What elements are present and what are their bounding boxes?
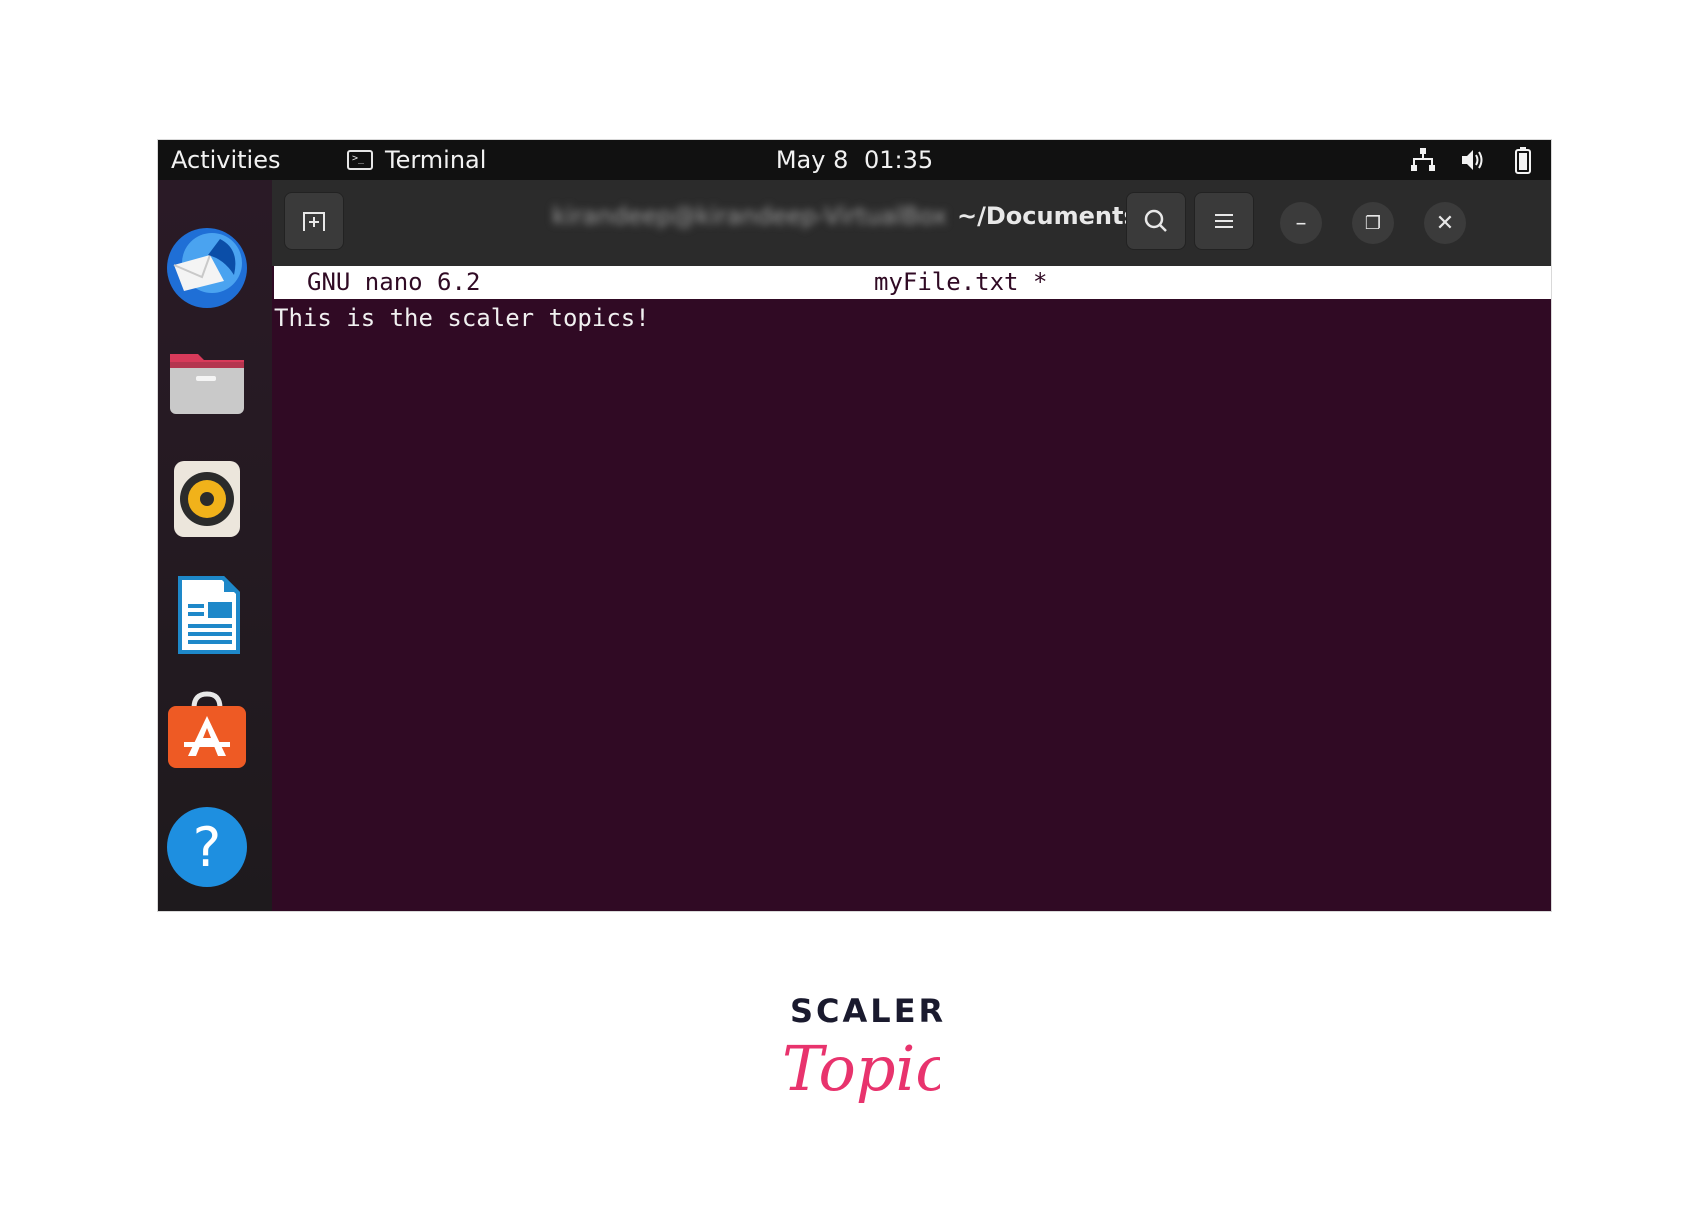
clock-date: May 8 [775,146,849,174]
window-title-user: kirandeep@kirandeep-VirtualBox [552,202,947,230]
new-tab-icon [303,212,325,231]
top-bar: Activities >_ Terminal May 8 01:35 [158,140,1551,180]
restore-button[interactable]: ❐ [1352,202,1394,244]
search-button[interactable] [1126,192,1186,250]
minimize-button[interactable]: – [1280,202,1322,244]
volume-icon[interactable] [1459,146,1487,174]
menu-button[interactable] [1194,192,1254,250]
clock-time: 01:35 [863,146,934,174]
terminal-headerbar: kirandeep@kirandeep-VirtualBox ~/Documen… [272,180,1551,266]
writer-icon[interactable] [164,572,250,658]
help-icon[interactable]: ? [164,804,250,890]
scaler-topics-logo: SCALER Topics [780,992,943,1122]
editor-content[interactable]: This is the scaler topics! [274,301,1551,335]
dock: ? [158,180,272,911]
clock[interactable]: May 8 01:35 [158,146,1551,174]
logo-topics-text: Topics [782,1032,940,1105]
network-icon[interactable] [1409,146,1437,174]
nano-filename: myFile.txt * [874,268,1048,296]
software-icon[interactable] [164,688,250,774]
thunderbird-icon[interactable] [164,225,250,311]
system-tray[interactable] [1409,146,1537,174]
logo-topics-script: Topics [782,1032,940,1105]
svg-text:?: ? [193,816,222,879]
nano-title-bar: GNU nano 6.2 myFile.txt * [274,266,1551,299]
search-icon [1144,209,1167,232]
files-icon[interactable] [164,340,250,426]
window-title: kirandeep@kirandeep-VirtualBox ~/Documen… [552,202,1138,230]
battery-icon[interactable] [1509,146,1537,174]
close-button[interactable]: ✕ [1424,202,1466,244]
new-tab-button[interactable] [284,192,344,250]
rhythmbox-icon[interactable] [164,455,250,541]
hamburger-icon [1215,214,1233,228]
window-title-path: ~/Documents [957,202,1138,230]
logo-scaler-text: SCALER [790,992,947,1030]
desktop-screen: Activities >_ Terminal May 8 01:35 ? kir… [157,139,1552,912]
nano-version: GNU nano 6.2 [307,268,481,296]
terminal-window[interactable]: kirandeep@kirandeep-VirtualBox ~/Documen… [272,180,1551,911]
